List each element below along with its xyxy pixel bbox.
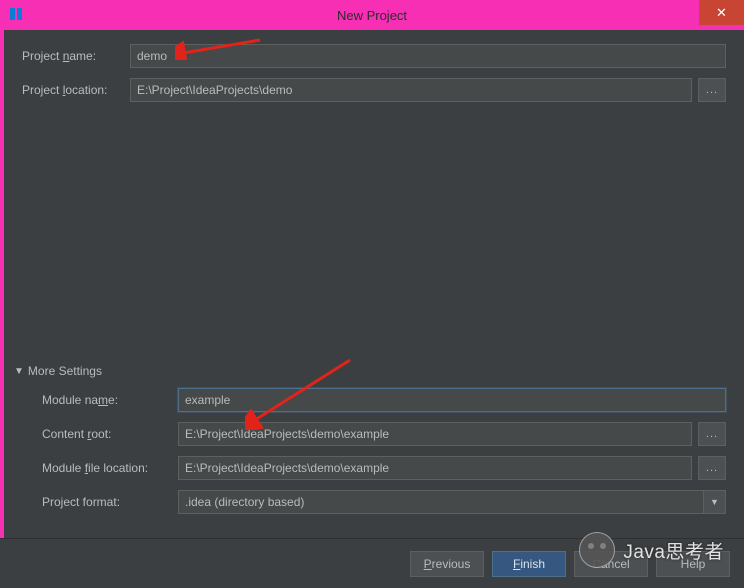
module-file-row: Module file location: ... <box>18 456 726 480</box>
browse-module-file-button[interactable]: ... <box>698 456 726 480</box>
project-format-row: Project format: .idea (directory based) … <box>18 490 726 514</box>
module-file-label: Module file location: <box>18 461 178 475</box>
project-name-label: Project name: <box>18 49 130 63</box>
ellipsis-icon: ... <box>706 84 718 96</box>
module-name-input[interactable] <box>178 388 726 412</box>
content-root-input[interactable] <box>178 422 692 446</box>
app-icon <box>8 6 24 25</box>
more-settings-label: More Settings <box>28 364 102 378</box>
cancel-button[interactable]: Cancel <box>574 551 648 577</box>
close-icon: ✕ <box>716 5 727 21</box>
dialog-content: Project name: Project location: ... ▼ Mo… <box>10 30 734 538</box>
titlebar: New Project ✕ <box>0 0 744 30</box>
previous-button[interactable]: Previous <box>410 551 484 577</box>
module-name-label: Module name: <box>18 393 178 407</box>
finish-button[interactable]: Finish <box>492 551 566 577</box>
browse-content-root-button[interactable]: ... <box>698 422 726 446</box>
button-bar: Previous Finish Cancel Help <box>0 538 744 588</box>
module-file-input[interactable] <box>178 456 692 480</box>
left-accent <box>0 30 4 588</box>
content-root-row: Content root: ... <box>18 422 726 446</box>
more-settings-toggle[interactable]: ▼ More Settings <box>14 364 726 378</box>
close-button[interactable]: ✕ <box>699 0 744 25</box>
project-location-row: Project location: ... <box>18 78 726 102</box>
browse-location-button[interactable]: ... <box>698 78 726 102</box>
ellipsis-icon: ... <box>706 462 718 474</box>
ellipsis-icon: ... <box>706 428 718 440</box>
window-title: New Project <box>337 8 407 23</box>
project-location-label: Project location: <box>18 83 130 97</box>
chevron-down-icon: ▼ <box>704 490 726 514</box>
project-location-input[interactable] <box>130 78 692 102</box>
project-format-select[interactable]: .idea (directory based) ▼ <box>178 490 726 514</box>
project-format-label: Project format: <box>18 495 178 509</box>
project-format-value: .idea (directory based) <box>178 490 704 514</box>
project-name-input[interactable] <box>130 44 726 68</box>
content-root-label: Content root: <box>18 427 178 441</box>
module-name-row: Module name: <box>18 388 726 412</box>
project-name-row: Project name: <box>18 44 726 68</box>
chevron-down-icon: ▼ <box>14 366 24 377</box>
help-button[interactable]: Help <box>656 551 730 577</box>
